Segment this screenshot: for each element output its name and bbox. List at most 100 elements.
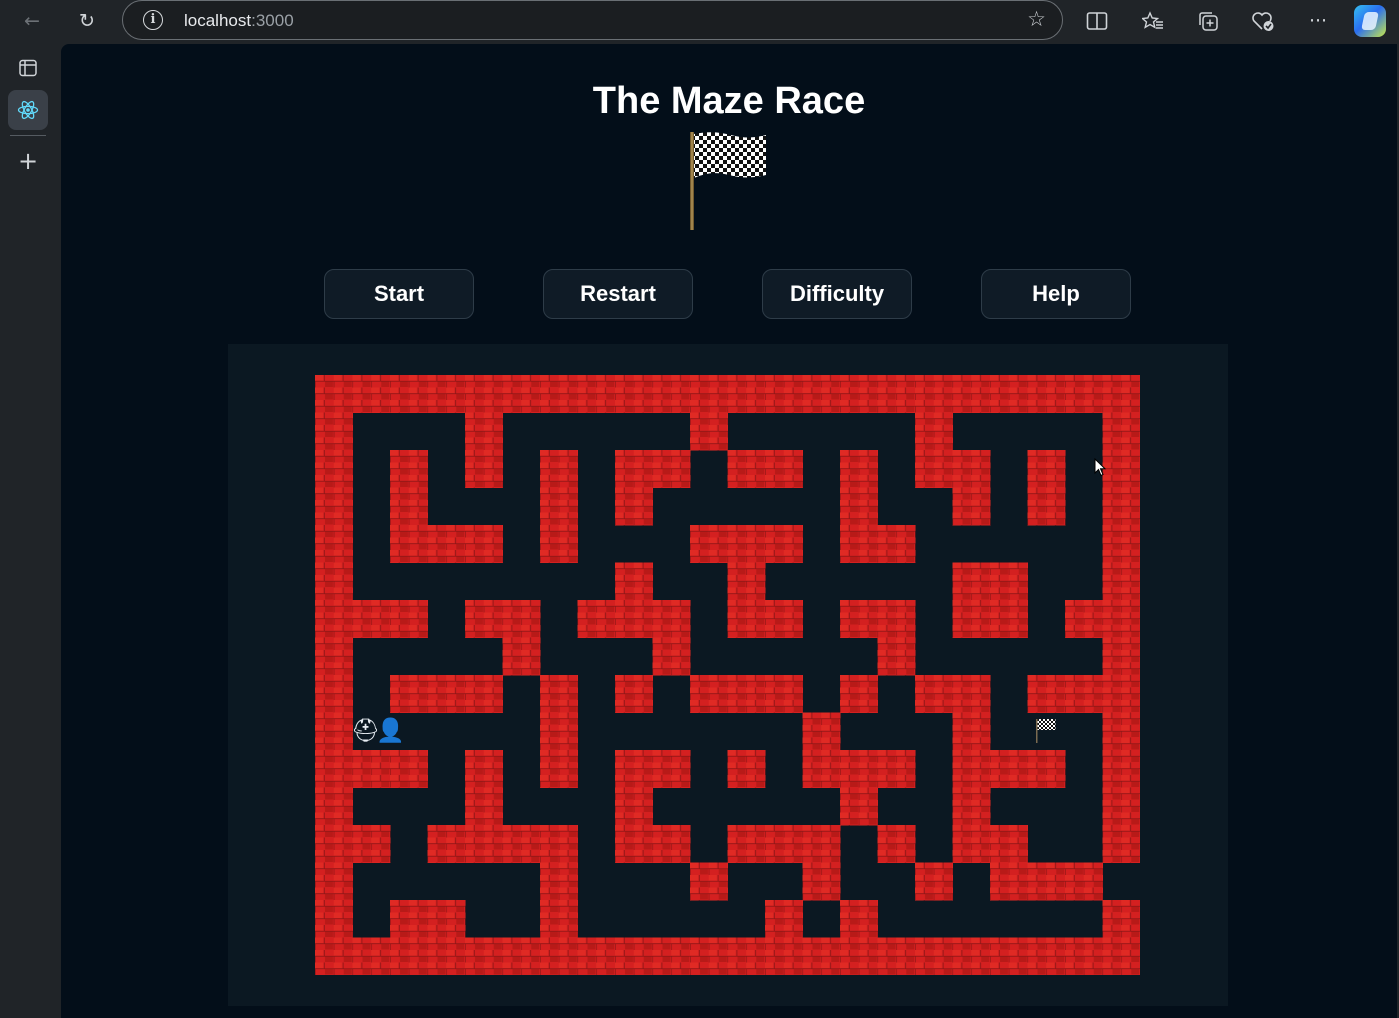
maze-wall-cell bbox=[502, 937, 541, 975]
maze-walls bbox=[315, 375, 1140, 975]
favorite-star-icon[interactable]: ☆ bbox=[1027, 7, 1046, 31]
maze-wall-cell bbox=[315, 937, 353, 975]
maze-wall-cell bbox=[615, 787, 653, 826]
more-options-icon[interactable]: ··· bbox=[1302, 6, 1334, 36]
maze-wall-cell bbox=[577, 937, 616, 975]
maze-wall-cell bbox=[427, 900, 466, 938]
maze-wall-cell bbox=[315, 862, 353, 901]
maze-wall-cell bbox=[840, 900, 878, 938]
help-button[interactable]: Help bbox=[981, 269, 1131, 319]
maze-wall-cell bbox=[465, 600, 503, 638]
maze-wall-cell bbox=[877, 375, 916, 413]
maze-wall-cell bbox=[352, 937, 391, 975]
maze-wall-cell bbox=[727, 750, 766, 788]
maze-wall-cell bbox=[877, 525, 916, 563]
maze-wall-cell bbox=[765, 675, 803, 713]
url-host: localhost bbox=[184, 11, 252, 30]
split-screen-icon[interactable] bbox=[1081, 6, 1113, 36]
refresh-icon[interactable]: ↻ bbox=[71, 6, 103, 36]
maze-wall-cell bbox=[615, 937, 653, 975]
maze-wall-cell bbox=[877, 937, 916, 975]
maze-wall-cell bbox=[727, 825, 766, 863]
maze-wall-cell bbox=[615, 825, 653, 863]
maze-wall-cell bbox=[765, 900, 803, 938]
maze-wall-cell bbox=[465, 750, 503, 788]
maze-wall-cell bbox=[952, 562, 991, 601]
maze-wall-cell bbox=[615, 450, 653, 488]
maze-wall-cell bbox=[577, 600, 616, 638]
maze-wall-cell bbox=[1102, 825, 1140, 863]
maze-wall-cell bbox=[1102, 600, 1140, 638]
tab-actions-icon[interactable] bbox=[8, 48, 48, 88]
maze-wall-cell bbox=[540, 750, 578, 788]
maze-wall-cell bbox=[615, 600, 653, 638]
maze-wall-cell bbox=[615, 562, 653, 601]
info-icon[interactable]: i bbox=[143, 10, 163, 30]
maze-wall-cell bbox=[315, 450, 353, 488]
url-text[interactable]: localhost:3000 bbox=[184, 11, 294, 31]
maze-wall-cell bbox=[352, 375, 391, 413]
maze-wall-cell bbox=[352, 750, 391, 788]
maze-wall-cell bbox=[877, 637, 916, 676]
maze-wall-cell bbox=[1102, 712, 1140, 751]
maze-wall-cell bbox=[690, 412, 728, 451]
maze-wall-cell bbox=[540, 825, 578, 863]
maze-wall-cell bbox=[315, 600, 353, 638]
maze-wall-cell bbox=[315, 525, 353, 563]
maze-wall-cell bbox=[540, 487, 578, 526]
maze-wall-cell bbox=[802, 712, 841, 751]
maze-wall-cell bbox=[915, 937, 953, 975]
maze-wall-cell bbox=[990, 937, 1028, 975]
maze-wall-cell bbox=[652, 825, 691, 863]
maze-wall-cell bbox=[990, 750, 1028, 788]
maze-wall-cell bbox=[727, 525, 766, 563]
maze-wall-cell bbox=[727, 600, 766, 638]
maze-wall-cell bbox=[952, 712, 991, 751]
maze-wall-cell bbox=[540, 862, 578, 901]
copilot-icon[interactable] bbox=[1354, 5, 1386, 37]
maze-wall-cell bbox=[952, 600, 991, 638]
maze-wall-cell bbox=[915, 862, 953, 901]
maze-wall-cell bbox=[652, 750, 691, 788]
maze-wall-cell bbox=[540, 525, 578, 563]
maze-wall-cell bbox=[840, 600, 878, 638]
maze-wall-cell bbox=[1102, 562, 1140, 601]
browser-sidebar: + bbox=[0, 44, 56, 1018]
maze-wall-cell bbox=[690, 862, 728, 901]
maze-wall-cell bbox=[652, 375, 691, 413]
maze-wall-cell bbox=[1102, 787, 1140, 826]
react-app-tab-icon[interactable] bbox=[8, 90, 48, 130]
favorites-icon[interactable] bbox=[1137, 6, 1169, 36]
maze-wall-cell bbox=[1102, 487, 1140, 526]
maze-wall-cell bbox=[765, 825, 803, 863]
maze-wall-cell bbox=[1027, 750, 1066, 788]
maze-wall-cell bbox=[840, 525, 878, 563]
maze-wall-cell bbox=[765, 937, 803, 975]
maze-wall-cell bbox=[840, 787, 878, 826]
maze-wall-cell bbox=[690, 675, 728, 713]
maze-wall-cell bbox=[540, 450, 578, 488]
maze-wall-cell bbox=[1102, 637, 1140, 676]
maze-wall-cell bbox=[315, 412, 353, 451]
maze-wall-cell bbox=[915, 375, 953, 413]
maze-wall-cell bbox=[1027, 862, 1066, 901]
maze-wall-cell bbox=[315, 750, 353, 788]
address-bar[interactable]: i localhost:3000 ☆ bbox=[122, 0, 1063, 40]
new-tab-plus-icon[interactable]: + bbox=[8, 141, 48, 181]
maze-wall-cell bbox=[802, 825, 841, 863]
maze-wall-cell bbox=[615, 675, 653, 713]
maze-wall-cell bbox=[952, 825, 991, 863]
browser-essentials-icon[interactable] bbox=[1247, 6, 1279, 36]
maze-wall-cell bbox=[952, 937, 991, 975]
maze-wall-cell bbox=[877, 750, 916, 788]
maze-wall-cell bbox=[502, 600, 541, 638]
maze-wall-cell bbox=[840, 487, 878, 526]
back-arrow-icon[interactable]: ← bbox=[16, 6, 48, 36]
maze-wall-cell bbox=[540, 375, 578, 413]
maze-wall-cell bbox=[840, 675, 878, 713]
start-button[interactable]: Start bbox=[324, 269, 474, 319]
collections-icon[interactable] bbox=[1192, 6, 1224, 36]
restart-button[interactable]: Restart bbox=[543, 269, 693, 319]
difficulty-button[interactable]: Difficulty bbox=[762, 269, 912, 319]
maze-wall-cell bbox=[615, 375, 653, 413]
